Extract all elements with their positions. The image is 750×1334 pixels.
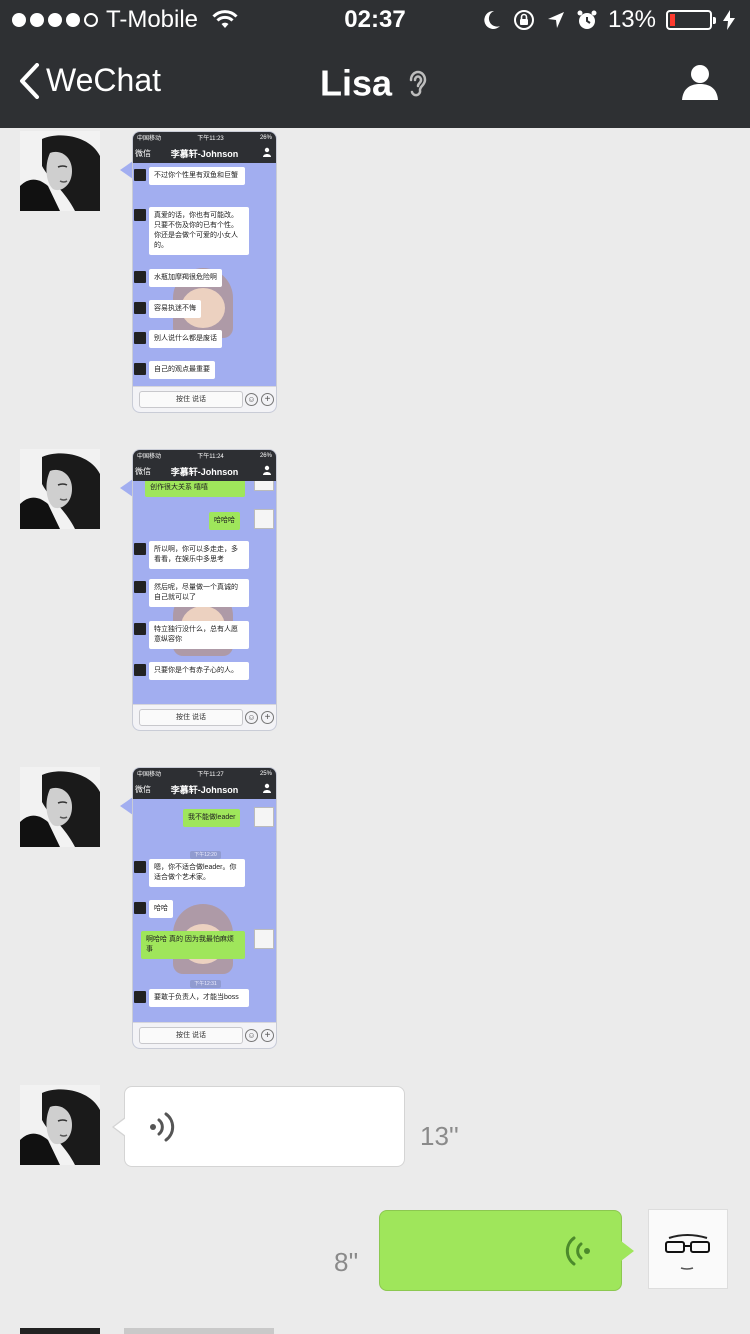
screenshot-time: 下午11:23: [197, 136, 224, 142]
screenshot-carrier: 中国移动: [137, 454, 162, 460]
contact-avatar[interactable]: [20, 131, 100, 211]
screenshot-bubble: 水瓶加摩羯很危险啊: [149, 269, 222, 287]
screenshot-battery: 26%: [259, 452, 272, 459]
contact-avatar: [20, 1328, 100, 1334]
rotation-lock-icon: [513, 10, 534, 30]
screenshot-battery: 25%: [259, 770, 272, 777]
status-bar: T-Mobile 02:37 13%: [0, 0, 750, 40]
screenshot-bubble: 所以啊，你可以多走走，多看看，在娱乐中多思考: [149, 541, 249, 569]
screenshot-title: 李慕轩-Johnson: [170, 467, 239, 477]
battery-percent: 13%: [607, 6, 656, 33]
screenshot-bubble: 哈哈哈: [209, 512, 240, 530]
screenshot-timestamp: 下午12:31: [133, 972, 276, 990]
my-avatar[interactable]: [648, 1209, 728, 1289]
screenshot-nav: 微信 李慕轩-Johnson: [133, 461, 276, 481]
person-icon: [263, 783, 271, 793]
contact-avatar[interactable]: [20, 1085, 100, 1165]
chat-title: Lisa: [0, 60, 750, 104]
screenshot-bubble: 创作很大关系 嘻嘻: [145, 481, 245, 497]
emoji-icon: ☺: [245, 1029, 258, 1042]
hold-to-talk: 按住 说话: [139, 1027, 243, 1044]
contact-avatar[interactable]: [20, 449, 100, 529]
top-bar: T-Mobile 02:37 13% WeChat Lisa: [0, 0, 750, 128]
person-icon: [263, 147, 271, 157]
voice-bubble[interactable]: [379, 1210, 634, 1291]
chat-screenshot-image[interactable]: 中国移动 下午11:27 25% 微信 李慕轩-Johnson 我不能做lead…: [132, 767, 277, 1049]
chat-screenshot-image[interactable]: 中国移动 下午11:23 26% 微信 李慕轩-Johnson 不过你个性里有双…: [132, 131, 277, 413]
plus-icon: +: [261, 711, 274, 724]
screenshot-bubble: 嗯，你不适合做leader。你适合做个艺术家。: [149, 859, 245, 887]
status-right: 13%: [482, 6, 736, 34]
plus-icon: +: [261, 1029, 274, 1042]
emoji-icon: ☺: [245, 393, 258, 406]
charging-bolt-icon: [723, 10, 735, 30]
screenshot-bubble: 只要你是个有赤子心的人。: [149, 662, 249, 680]
screenshot-chat-body: 不过你个性里有双鱼和巨蟹 真爱的话，你也有可能改。只要不伤及你的已有个性。你还是…: [133, 163, 276, 388]
screenshot-input-bar: 按住 说话 ☺ +: [133, 386, 276, 412]
screenshot-bubble: 啊哈哈 真的 因为我最怕麻烦事: [141, 931, 245, 959]
message-bubble: [124, 1328, 274, 1334]
screenshot-nav: 微信 李慕轩-Johnson: [133, 779, 276, 799]
screenshot-status-bar: 中国移动 下午11:23 26%: [133, 132, 276, 143]
screenshot-input-bar: 按住 说话 ☺ +: [133, 1022, 276, 1048]
screenshot-bubble: 哈哈: [149, 900, 173, 918]
screenshot-bubble: 特立独行没什么，总有人愿意纵容你: [149, 621, 249, 649]
screenshot-status-bar: 中国移动 下午11:24 26%: [133, 450, 276, 461]
emoji-icon: ☺: [245, 711, 258, 724]
voice-bubble[interactable]: [112, 1086, 405, 1167]
screenshot-battery: 26%: [259, 134, 272, 141]
chat-area[interactable]: 中国移动 下午11:23 26% 微信 李慕轩-Johnson 不过你个性里有双…: [0, 128, 750, 1334]
screenshot-carrier: 中国移动: [137, 136, 162, 142]
screenshot-status-bar: 中国移动 下午11:27 25%: [133, 768, 276, 779]
person-icon[interactable]: [680, 62, 720, 102]
screenshot-bubble: 不过你个性里有双鱼和巨蟹: [149, 167, 245, 185]
plus-icon: +: [261, 393, 274, 406]
screenshot-bubble: 容易执迷不悔: [149, 300, 201, 318]
screenshot-carrier: 中国移动: [137, 772, 162, 778]
chat-screenshot-image[interactable]: 中国移动 下午11:24 26% 微信 李慕轩-Johnson 创作很大关系 嘻…: [132, 449, 277, 731]
voice-wave-icon: [150, 1112, 175, 1142]
screenshot-bubble: 要敢于负责人，才能当boss: [149, 989, 249, 1007]
screenshot-input-bar: 按住 说话 ☺ +: [133, 704, 276, 730]
screenshot-chat-body: 我不能做leader 下午12:20 嗯，你不适合做leader。你适合做个艺术…: [133, 799, 276, 1024]
screenshot-title: 李慕轩-Johnson: [170, 785, 239, 795]
screenshot-bubble: 真爱的话，你也有可能改。只要不伤及你的已有个性。你还是会做个可爱的小女人的。: [149, 207, 249, 255]
ear-icon: [409, 71, 427, 97]
screenshot-bubble: 自己的观点最重要: [149, 361, 215, 379]
navigation-bar: WeChat Lisa: [0, 44, 750, 128]
screenshot-bubble: 我不能做leader: [183, 809, 241, 827]
hold-to-talk: 按住 说话: [139, 709, 243, 726]
contact-avatar[interactable]: [20, 767, 100, 847]
battery-icon: [666, 10, 716, 30]
voice-duration: 13'': [420, 1121, 459, 1151]
screenshot-time: 下午11:24: [197, 454, 224, 460]
location-arrow-icon: [547, 12, 564, 28]
screenshot-bubble: 然后呢，尽量做一个真诚的自己就可以了: [149, 579, 249, 607]
screenshot-bubble: 别人说什么都是废话: [149, 330, 222, 348]
screenshot-title: 李慕轩-Johnson: [170, 149, 239, 159]
screenshot-chat-body: 创作很大关系 嘻嘻 哈哈哈 所以啊，你可以多走走，多看看，在娱乐中多思考 然后呢…: [133, 481, 276, 706]
screenshot-nav: 微信 李慕轩-Johnson: [133, 143, 276, 163]
voice-duration: 8'': [334, 1247, 359, 1277]
contact-name: Lisa: [319, 62, 393, 104]
screenshot-time: 下午11:27: [197, 772, 224, 778]
voice-wave-icon: [565, 1236, 590, 1266]
moon-icon: [484, 10, 500, 29]
alarm-icon: [577, 10, 597, 29]
hold-to-talk: 按住 说话: [139, 391, 243, 408]
person-icon: [263, 465, 271, 475]
